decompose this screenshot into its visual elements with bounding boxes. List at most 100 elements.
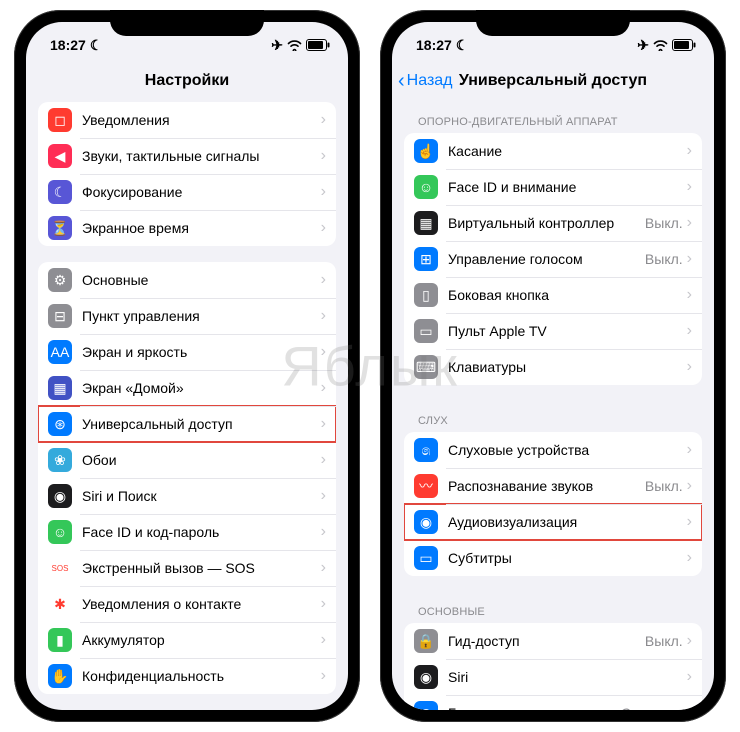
- list-item[interactable]: ◉Siri и Поиск›: [38, 478, 336, 514]
- chevron-right-icon: ›: [321, 415, 326, 433]
- list-item[interactable]: ☝Касание›: [404, 133, 702, 169]
- list-item[interactable]: ෧Слуховые устройства›: [404, 432, 702, 468]
- moon-icon: ☾: [90, 37, 103, 54]
- chevron-right-icon: ›: [321, 487, 326, 505]
- row-label: Экстренный вызов — SOS: [82, 560, 321, 576]
- phone-left: 18:27 ☾ ✈ Настройки ◻Уведомления›◀Звуки,…: [14, 10, 360, 722]
- back-button[interactable]: ‹ Назад: [398, 70, 453, 93]
- list-item[interactable]: ☾Фокусирование›: [38, 174, 336, 210]
- battery-icon: [672, 39, 696, 51]
- row-icon: ◻: [48, 108, 72, 132]
- list-item[interactable]: ⊟Пункт управления›: [38, 298, 336, 334]
- list-item[interactable]: ▭Субтитры›: [404, 540, 702, 576]
- row-label: Универсальный доступ: [82, 416, 321, 432]
- screen-right: 18:27 ☾ ✈ ‹ Назад Универсальный доступ О…: [392, 22, 714, 710]
- row-label: Аккумулятор: [82, 632, 321, 648]
- list-item[interactable]: ◉Siri›: [404, 659, 702, 695]
- row-icon: ◉: [414, 665, 438, 689]
- nav-bar-left: Настройки: [26, 60, 348, 102]
- list-item[interactable]: ▦Экран «Домой»›: [38, 370, 336, 406]
- moon-icon: ☾: [456, 37, 469, 54]
- list-item[interactable]: ⊛Универсальный доступ›: [38, 406, 336, 442]
- list-item[interactable]: ✱Уведомления о контакте›: [38, 586, 336, 622]
- row-label: Siri: [448, 669, 687, 685]
- row-icon: ⊟: [48, 304, 72, 328]
- row-value: Спросить: [621, 705, 683, 710]
- list-item[interactable]: ◻Уведомления›: [38, 102, 336, 138]
- list-item[interactable]: ◉Аудиовизуализация›: [404, 504, 702, 540]
- row-value: Выкл.: [645, 633, 683, 649]
- row-label: Гид-доступ: [448, 633, 645, 649]
- row-icon: ▦: [48, 376, 72, 400]
- row-label: Управление голосом: [448, 251, 645, 267]
- page-title: Универсальный доступ: [459, 72, 647, 90]
- list-item[interactable]: ▦Виртуальный контроллерВыкл.›: [404, 205, 702, 241]
- row-icon: ⚙: [48, 268, 72, 292]
- list-item[interactable]: SOS Экстренный вызов — SOS›: [38, 550, 336, 586]
- row-label: Экран и яркость: [82, 344, 321, 360]
- row-icon: ✱: [48, 592, 72, 616]
- list-item[interactable]: ❀Обои›: [38, 442, 336, 478]
- wifi-icon: [653, 39, 668, 51]
- row-icon: ❀: [48, 448, 72, 472]
- wifi-icon: [287, 39, 302, 51]
- list-item[interactable]: ⌨Клавиатуры›: [404, 349, 702, 385]
- list-item[interactable]: ▮Аккумулятор›: [38, 622, 336, 658]
- row-icon: ☾: [48, 180, 72, 204]
- row-icon: ◀: [48, 144, 72, 168]
- settings-group: ☝Касание›☺Face ID и внимание›▦Виртуальны…: [404, 133, 702, 385]
- row-icon: ✋: [48, 664, 72, 688]
- row-label: Уведомления: [82, 112, 321, 128]
- airplane-icon: ✈: [271, 37, 283, 54]
- accessibility-list: ОПОРНО-ДВИГАТЕЛЬНЫЙ АППАРАТ☝Касание›☺Fac…: [392, 102, 714, 710]
- list-item[interactable]: ⏳Экранное время›: [38, 210, 336, 246]
- list-item[interactable]: ☺Face ID и код-пароль›: [38, 514, 336, 550]
- list-item[interactable]: 🔒Гид-доступВыкл.›: [404, 623, 702, 659]
- list-item[interactable]: 〰Распознавание звуковВыкл.›: [404, 468, 702, 504]
- row-icon: ෧: [414, 438, 438, 462]
- settings-group: 🔒Гид-доступВыкл.› ◉ Siri › ⊛Быстрая командаС…: [404, 623, 702, 710]
- list-item[interactable]: ✋Конфиденциальность›: [38, 658, 336, 694]
- chevron-right-icon: ›: [687, 142, 692, 160]
- chevron-right-icon: ›: [321, 343, 326, 361]
- row-label: Субтитры: [448, 550, 687, 566]
- chevron-right-icon: ›: [687, 477, 692, 495]
- row-icon: ⌨: [414, 355, 438, 379]
- screen-left: 18:27 ☾ ✈ Настройки ◻Уведомления›◀Звуки,…: [26, 22, 348, 710]
- chevron-right-icon: ›: [687, 178, 692, 196]
- status-time: 18:27: [50, 37, 86, 53]
- list-item[interactable]: ☺Face ID и внимание›: [404, 169, 702, 205]
- list-item[interactable]: ⊞Управление голосомВыкл.›: [404, 241, 702, 277]
- row-label: Быстрая команда: [448, 705, 621, 710]
- list-item[interactable]: ◀Звуки, тактильные сигналы›: [38, 138, 336, 174]
- row-icon: SOS: [48, 556, 72, 580]
- list-item[interactable]: ⊛Быстрая командаСпросить›: [404, 695, 702, 710]
- chevron-right-icon: ›: [687, 549, 692, 567]
- row-label: Пункт управления: [82, 308, 321, 324]
- airplane-icon: ✈: [637, 37, 649, 54]
- list-item[interactable]: AAЭкран и яркость›: [38, 334, 336, 370]
- row-label: Face ID и код-пароль: [82, 524, 321, 540]
- chevron-right-icon: ›: [687, 214, 692, 232]
- status-time: 18:27: [416, 37, 452, 53]
- row-label: Экран «Домой»: [82, 380, 321, 396]
- list-item[interactable]: ▯Боковая кнопка›: [404, 277, 702, 313]
- row-label: Основные: [82, 272, 321, 288]
- chevron-right-icon: ›: [321, 147, 326, 165]
- chevron-right-icon: ›: [687, 632, 692, 650]
- back-label: Назад: [407, 72, 453, 90]
- section-header: ОСНОВНЫЕ: [404, 592, 702, 623]
- list-item[interactable]: ⚙Основные›: [38, 262, 336, 298]
- row-label: Face ID и внимание: [448, 179, 687, 195]
- row-label: Конфиденциальность: [82, 668, 321, 684]
- list-item[interactable]: ▭Пульт Apple TV›: [404, 313, 702, 349]
- row-icon: ◉: [414, 510, 438, 534]
- chevron-left-icon: ‹: [398, 70, 405, 93]
- chevron-right-icon: ›: [321, 559, 326, 577]
- row-icon: ☝: [414, 139, 438, 163]
- nav-bar-right: ‹ Назад Универсальный доступ: [392, 60, 714, 102]
- notch: [476, 10, 630, 36]
- page-title: Настройки: [145, 72, 229, 90]
- settings-group: ◻ Уведомления ›◀Звуки, тактильные сигналы›…: [38, 102, 336, 246]
- row-icon: ◉: [48, 484, 72, 508]
